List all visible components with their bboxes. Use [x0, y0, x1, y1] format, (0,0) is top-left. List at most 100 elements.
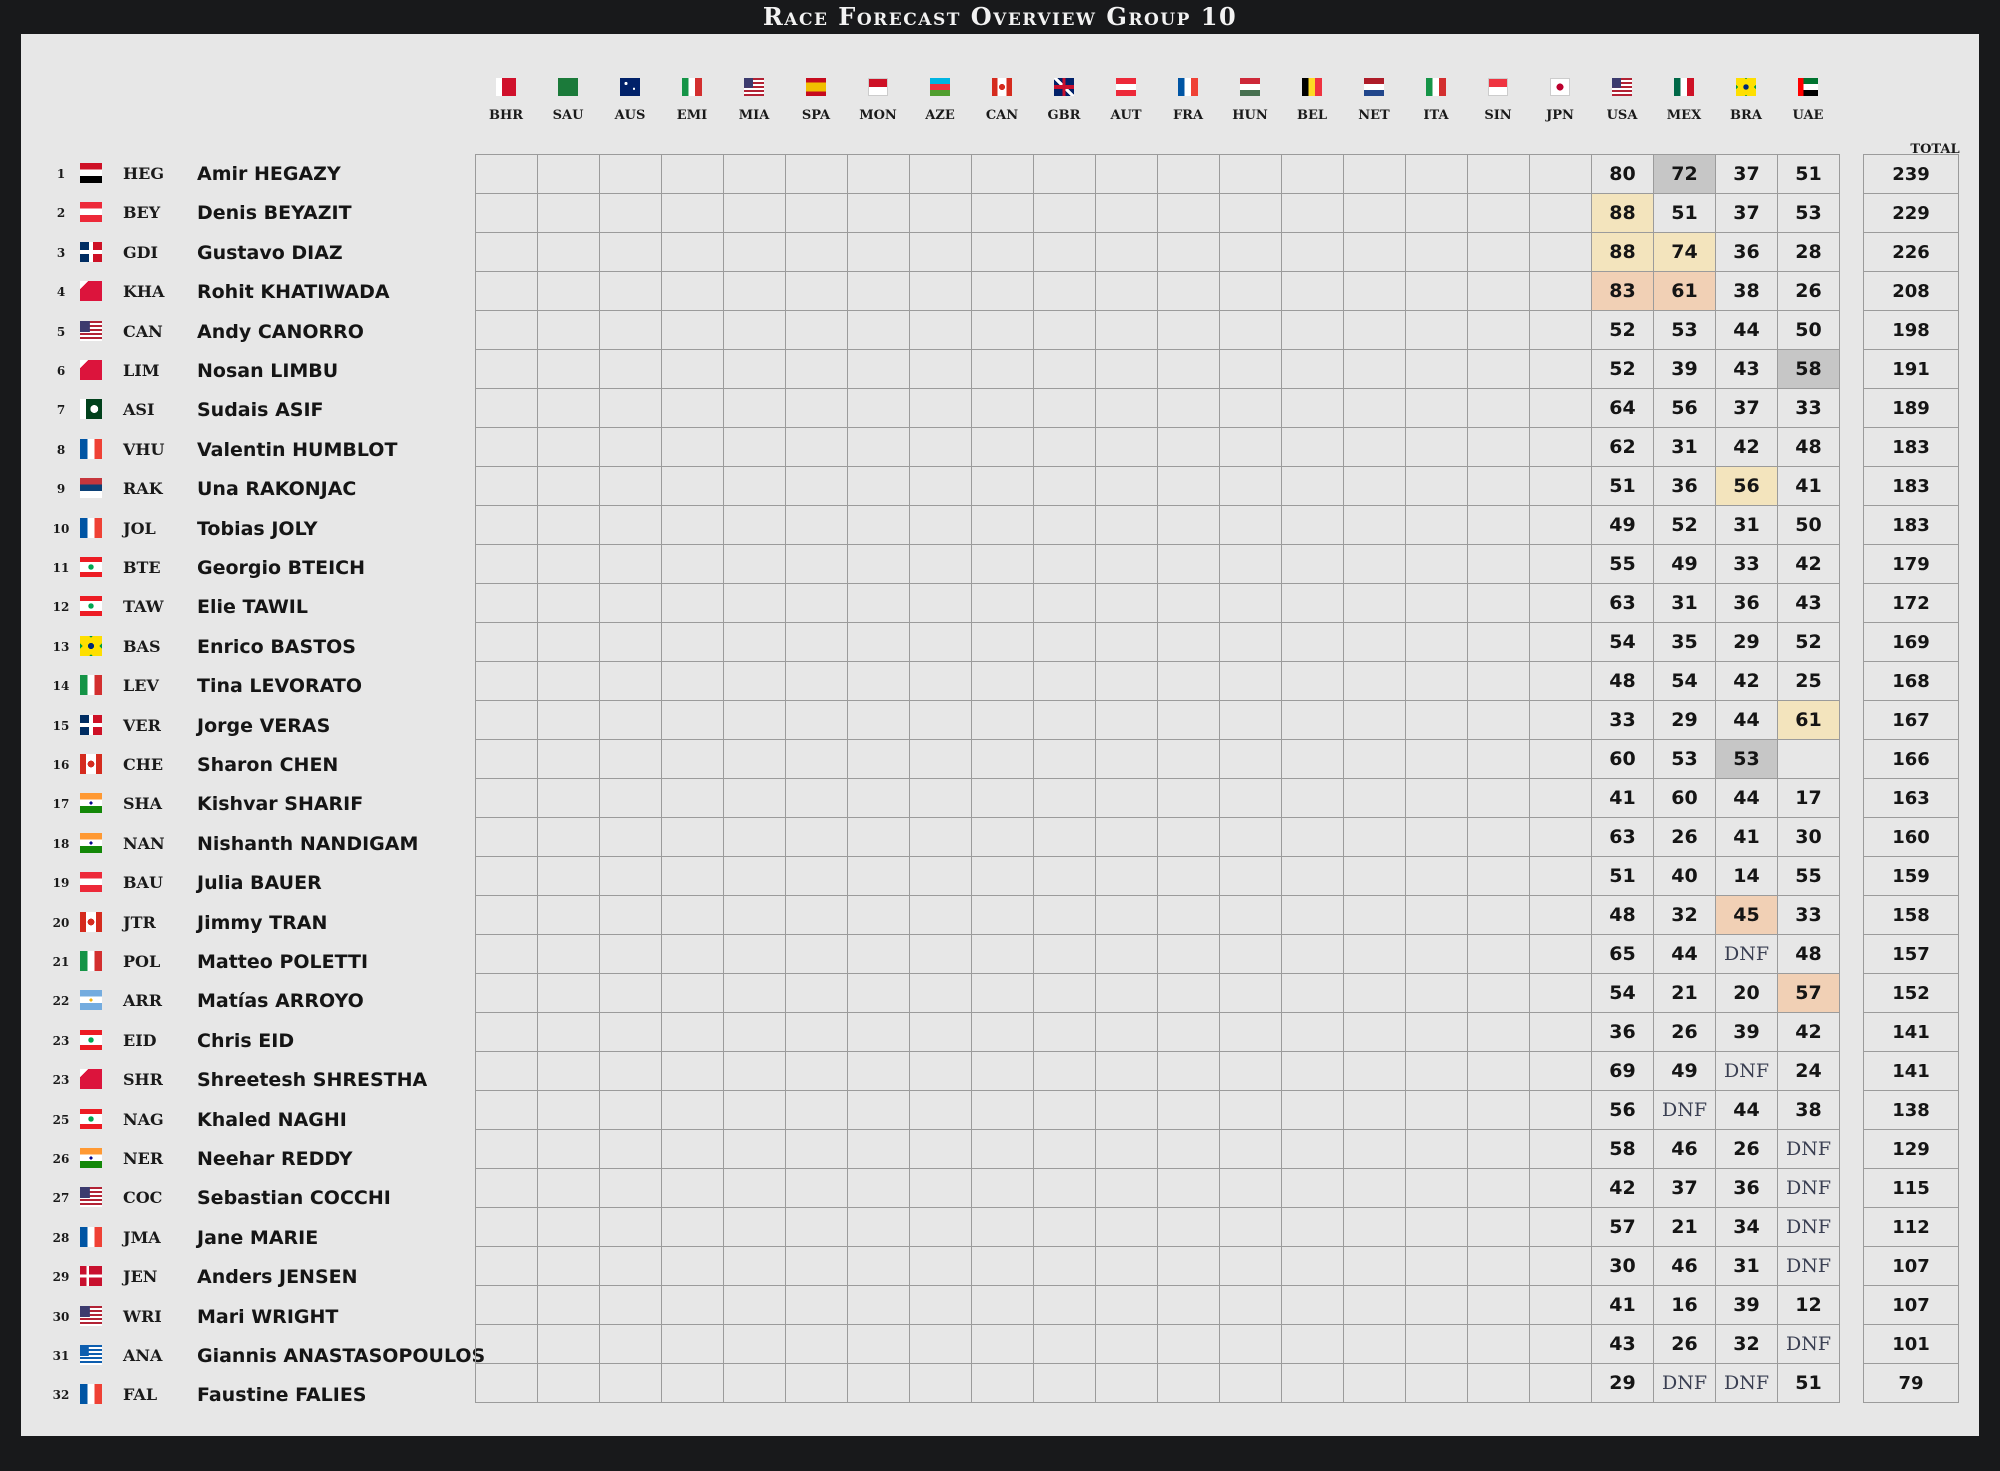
score-cell	[723, 1168, 786, 1208]
score-cell	[475, 817, 538, 857]
score-cell	[537, 817, 600, 857]
player-code: WRI	[123, 1306, 162, 1326]
score-cell	[971, 817, 1034, 857]
score-cell	[599, 661, 662, 701]
flag-australia-icon	[620, 78, 640, 96]
score-cell	[1157, 1324, 1220, 1364]
score-cell	[909, 349, 972, 389]
flag-saudi-arabia-icon	[558, 78, 578, 96]
score-cell	[723, 778, 786, 818]
score-row: 33 29 44 61	[475, 700, 1840, 740]
total-cell: 169	[1863, 622, 1959, 662]
score-cell	[909, 973, 972, 1013]
score-cell	[1467, 622, 1530, 662]
score-cell	[1343, 154, 1406, 194]
score-cell	[723, 934, 786, 974]
score-cell	[1529, 1324, 1592, 1364]
score-cell	[847, 622, 910, 662]
score-cell	[1467, 1090, 1530, 1130]
score-row: 51 40 14 55	[475, 856, 1840, 896]
score-cell	[1033, 388, 1096, 428]
player-rank: 5	[56, 324, 66, 339]
score-cell	[1529, 544, 1592, 584]
score-cell	[599, 544, 662, 584]
score-cell	[1095, 1051, 1158, 1091]
player-rank: 15	[52, 718, 70, 733]
player-code: RAK	[123, 479, 163, 499]
score-cell	[661, 271, 724, 311]
score-cell	[1157, 700, 1220, 740]
score-cell	[661, 934, 724, 974]
score-cell	[1033, 1207, 1096, 1247]
player-rank: 13	[52, 639, 70, 654]
score-cell	[1529, 1168, 1592, 1208]
score-cell: 56	[1653, 388, 1716, 428]
race-code-aus: AUS	[614, 108, 646, 123]
score-cell	[971, 1090, 1034, 1130]
score-cell	[599, 739, 662, 779]
flag-india-icon	[80, 1148, 102, 1168]
score-cell	[847, 1246, 910, 1286]
player-rank: 31	[52, 1349, 70, 1363]
score-cell	[1405, 1363, 1468, 1403]
score-cell	[909, 466, 972, 506]
score-cell	[1281, 271, 1344, 311]
score-cell	[723, 154, 786, 194]
score-cell	[1405, 1246, 1468, 1286]
score-cell	[1095, 739, 1158, 779]
score-cell	[847, 310, 910, 350]
score-cell	[971, 1051, 1034, 1091]
score-cell	[1033, 1168, 1096, 1208]
score-cell: 16	[1653, 1285, 1716, 1325]
score-cell	[909, 1168, 972, 1208]
score-cell	[1343, 466, 1406, 506]
score-cell	[1157, 856, 1220, 896]
player-code: SHR	[123, 1070, 163, 1090]
score-cell	[1467, 1168, 1530, 1208]
score-cell	[1157, 1129, 1220, 1169]
score-cell	[537, 1129, 600, 1169]
score-cell	[1467, 388, 1530, 428]
player-rank: 1	[56, 167, 66, 181]
score-cell	[1033, 1090, 1096, 1130]
score-cell	[1281, 583, 1344, 623]
race-code-usa: USA	[1606, 108, 1638, 123]
score-cell	[785, 193, 848, 233]
score-cell	[1033, 817, 1096, 857]
score-cell	[1343, 583, 1406, 623]
player-name: Giannis ANASTASOPOULOS	[197, 1345, 486, 1367]
player-name: Shreetesh SHRESTHA	[197, 1069, 428, 1092]
score-cell	[785, 310, 848, 350]
score-cell: 36	[1653, 466, 1716, 506]
score-cell: 41	[1777, 466, 1840, 506]
score-cell	[1343, 778, 1406, 818]
race-code-aut: AUT	[1110, 108, 1142, 123]
flag-usa-icon	[1612, 78, 1632, 96]
flag-austria-icon	[1116, 78, 1136, 96]
player-code: ASI	[123, 400, 155, 420]
score-row: 83 61 38 26	[475, 271, 1840, 311]
score-cell	[1529, 1246, 1592, 1286]
score-cell	[1343, 349, 1406, 389]
score-cell	[1095, 973, 1158, 1013]
score-cell	[909, 1051, 972, 1091]
score-cell	[1405, 739, 1468, 779]
forecast-panel: BHR SAU AUS EMI MIA SPA MON AZE CAN GBR AUT FRA HUN B…	[21, 34, 1979, 1436]
player-name: Una RAKONJAC	[197, 478, 357, 501]
score-cell: 60	[1591, 739, 1654, 779]
score-cell	[1219, 1129, 1282, 1169]
total-row: 141	[1863, 1012, 1959, 1052]
score-cell	[1467, 700, 1530, 740]
score-row: 88 51 37 53	[475, 193, 1840, 233]
score-cell: 55	[1777, 856, 1840, 896]
flag-france-icon	[80, 438, 102, 459]
score-cell	[1219, 466, 1282, 506]
score-cell	[847, 154, 910, 194]
score-cell	[1157, 427, 1220, 467]
score-cell	[1405, 700, 1468, 740]
score-cell	[909, 1324, 972, 1364]
score-cell	[1529, 817, 1592, 857]
score-cell	[785, 1285, 848, 1325]
score-cell	[1219, 1051, 1282, 1091]
score-cell	[1219, 856, 1282, 896]
